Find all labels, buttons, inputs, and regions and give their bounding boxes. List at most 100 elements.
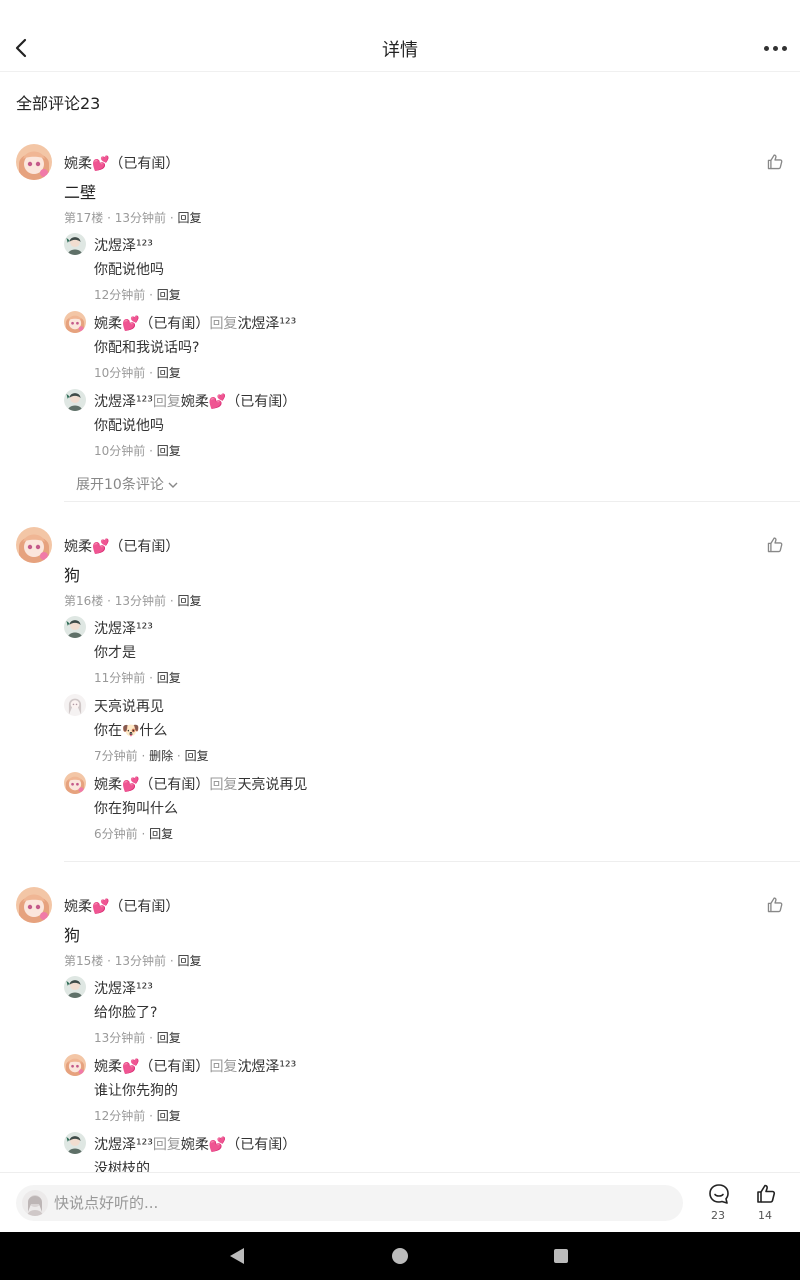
reply-header: 天亮说再见 bbox=[94, 696, 164, 716]
reply-meta: 13分钟前 · 回复 bbox=[94, 1031, 181, 1045]
reply-author[interactable]: 沈煜泽¹²³ bbox=[94, 394, 153, 410]
reply-item: 沈煜泽¹²³ 你才是 11分钟前 · 回复 bbox=[64, 616, 784, 694]
more-dot bbox=[781, 45, 787, 51]
comment-input[interactable] bbox=[54, 1185, 654, 1221]
reply-item: 天亮说再见你在🐶什么 7分钟前 · 删除 · 回复 bbox=[64, 694, 784, 772]
nav-recent-icon[interactable] bbox=[554, 1249, 568, 1263]
reply-word: 回复 bbox=[209, 777, 238, 793]
thumbs-up-icon bbox=[767, 154, 783, 170]
reply-avatar[interactable] bbox=[64, 389, 86, 411]
reply-item: 婉柔💕（已有闺）回复沈煜泽¹²³ 你配和我说话吗? 10分钟前 · 回复 bbox=[64, 311, 784, 389]
reply-word: 回复 bbox=[152, 394, 181, 410]
reply-text: 你在🐶什么 bbox=[94, 723, 168, 739]
reply-link[interactable]: 回复 bbox=[157, 366, 181, 380]
reply-link[interactable]: 回复 bbox=[185, 749, 209, 763]
more-button[interactable] bbox=[760, 38, 790, 58]
comment-count-button[interactable]: 23 bbox=[700, 1183, 736, 1227]
reply-meta: 7分钟前 · 删除 · 回复 bbox=[94, 749, 209, 763]
comment-like-button[interactable] bbox=[766, 536, 784, 554]
reply-link[interactable]: 回复 bbox=[177, 954, 201, 968]
reply-avatar[interactable] bbox=[64, 1132, 86, 1154]
expand-label: 展开10条评论 bbox=[76, 477, 164, 493]
reply-meta: 10分钟前 · 回复 bbox=[94, 366, 181, 380]
reply-link[interactable]: 回复 bbox=[149, 827, 173, 841]
avatar[interactable] bbox=[16, 144, 52, 180]
reply-avatar[interactable] bbox=[64, 976, 86, 998]
like-count-button[interactable]: 14 bbox=[747, 1183, 783, 1227]
reply-avatar[interactable] bbox=[64, 772, 86, 794]
reply-link[interactable]: 回复 bbox=[157, 288, 181, 302]
reply-author[interactable]: 婉柔💕（已有闺） bbox=[94, 777, 209, 793]
reply-word: 回复 bbox=[209, 1059, 238, 1075]
reply-avatar[interactable] bbox=[64, 311, 86, 333]
reply-author[interactable]: 沈煜泽¹²³ bbox=[94, 238, 153, 254]
comment-item: 婉柔💕（已有闺） 二壁 第17楼 · 13分钟前 · 回复 沈煜泽¹²³ 你配说他吗 12… bbox=[0, 144, 800, 524]
reply-target[interactable]: 沈煜泽¹²³ bbox=[237, 316, 296, 332]
comment-like-button[interactable] bbox=[766, 896, 784, 914]
bottom-bar: 23 14 bbox=[0, 1172, 800, 1232]
top-bar: 详情 bbox=[0, 0, 800, 72]
my-avatar bbox=[22, 1190, 48, 1216]
reply-meta: 10分钟前 · 回复 bbox=[94, 444, 181, 458]
reply-target[interactable]: 婉柔💕（已有闺） bbox=[181, 1137, 296, 1153]
reply-avatar[interactable] bbox=[64, 1054, 86, 1076]
comment-meta: 第15楼 · 13分钟前 · 回复 bbox=[64, 954, 202, 968]
reply-text: 你才是 bbox=[94, 645, 136, 661]
reply-author[interactable]: 婉柔💕（已有闺） bbox=[94, 316, 209, 332]
thumbs-up-icon bbox=[767, 537, 783, 553]
reply-item: 沈煜泽¹²³回复婉柔💕（已有闺） 没树枝的 bbox=[64, 1132, 784, 1172]
reply-link[interactable]: 回复 bbox=[177, 594, 201, 608]
reply-header: 婉柔💕（已有闺）回复沈煜泽¹²³ bbox=[94, 313, 296, 333]
comment-bubble-icon bbox=[709, 1184, 729, 1204]
reply-text: 你配和我说话吗? bbox=[94, 340, 200, 356]
reply-target[interactable]: 婉柔💕（已有闺） bbox=[181, 394, 296, 410]
comment-text: 二壁 bbox=[64, 183, 97, 202]
comment-like-button[interactable] bbox=[766, 153, 784, 171]
nav-back-icon[interactable] bbox=[228, 1247, 246, 1265]
reply-link[interactable]: 回复 bbox=[177, 211, 201, 225]
reply-link[interactable]: 回复 bbox=[157, 1031, 181, 1045]
reply-author[interactable]: 婉柔💕（已有闺） bbox=[94, 1059, 209, 1075]
avatar[interactable] bbox=[16, 887, 52, 923]
comment-meta: 第16楼 · 13分钟前 · 回复 bbox=[64, 594, 202, 608]
thumbs-up-icon bbox=[767, 897, 783, 913]
reply-word: 回复 bbox=[152, 1137, 181, 1153]
reply-item: 婉柔💕（已有闺）回复天亮说再见 你在狗叫什么 6分钟前 · 回复 bbox=[64, 772, 784, 850]
reply-text: 你配说他吗 bbox=[94, 262, 164, 278]
reply-header: 沈煜泽¹²³ bbox=[94, 235, 153, 255]
reply-text: 你在狗叫什么 bbox=[94, 801, 178, 817]
comment-author[interactable]: 婉柔💕（已有闺） bbox=[64, 536, 179, 556]
reply-header: 沈煜泽¹²³ bbox=[94, 618, 153, 638]
comment-author[interactable]: 婉柔💕（已有闺） bbox=[64, 896, 179, 916]
avatar[interactable] bbox=[16, 527, 52, 563]
reply-link[interactable]: 回复 bbox=[157, 1109, 181, 1123]
reply-item: 婉柔💕（已有闺）回复沈煜泽¹²³ 谁让你先狗的 12分钟前 · 回复 bbox=[64, 1054, 784, 1132]
comment-item: 婉柔💕（已有闺） 狗第16楼 · 13分钟前 · 回复 沈煜泽¹²³ 你才是 11分钟前… bbox=[0, 527, 800, 907]
delete-link[interactable]: 删除 bbox=[149, 749, 173, 763]
reply-avatar[interactable] bbox=[64, 694, 86, 716]
expand-replies-button[interactable]: 展开10条评论 bbox=[76, 474, 178, 494]
reply-avatar[interactable] bbox=[64, 616, 86, 638]
reply-header: 沈煜泽¹²³回复婉柔💕（已有闺） bbox=[94, 1134, 296, 1154]
reply-link[interactable]: 回复 bbox=[157, 444, 181, 458]
nav-home-icon[interactable] bbox=[392, 1248, 408, 1264]
comment-item: 婉柔💕（已有闺） 狗第15楼 · 13分钟前 · 回复 沈煜泽¹²³ 给你脸了? 13分… bbox=[0, 887, 800, 1172]
comment-count: 23 bbox=[711, 1209, 725, 1222]
divider bbox=[64, 501, 800, 502]
reply-target[interactable]: 沈煜泽¹²³ bbox=[237, 1059, 296, 1075]
reply-avatar[interactable] bbox=[64, 233, 86, 255]
reply-author[interactable]: 沈煜泽¹²³ bbox=[94, 621, 153, 637]
reply-target[interactable]: 天亮说再见 bbox=[237, 777, 307, 793]
reply-author[interactable]: 沈煜泽¹²³ bbox=[94, 981, 153, 997]
system-nav-bar bbox=[0, 1232, 800, 1280]
comment-author[interactable]: 婉柔💕（已有闺） bbox=[64, 153, 179, 173]
comment-meta: 第17楼 · 13分钟前 · 回复 bbox=[64, 211, 202, 225]
reply-author[interactable]: 天亮说再见 bbox=[94, 699, 164, 715]
reply-author[interactable]: 沈煜泽¹²³ bbox=[94, 1137, 153, 1153]
reply-meta: 6分钟前 · 回复 bbox=[94, 827, 174, 841]
reply-text: 没树枝的 bbox=[94, 1161, 150, 1172]
like-count: 14 bbox=[758, 1209, 772, 1222]
comment-input-box[interactable] bbox=[16, 1185, 683, 1221]
reply-meta: 12分钟前 · 回复 bbox=[94, 1109, 181, 1123]
reply-link[interactable]: 回复 bbox=[157, 671, 181, 685]
